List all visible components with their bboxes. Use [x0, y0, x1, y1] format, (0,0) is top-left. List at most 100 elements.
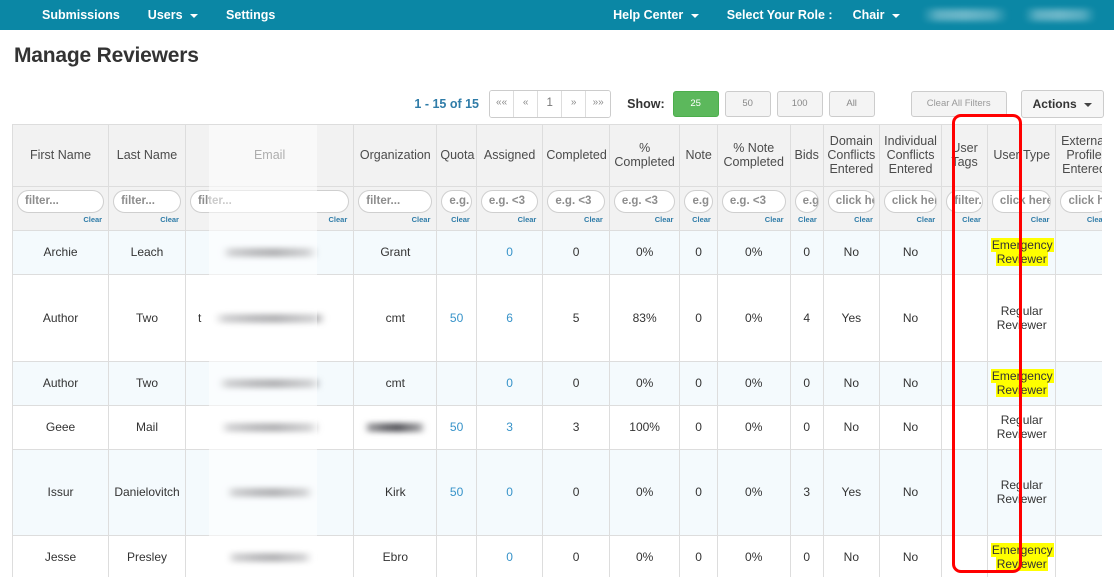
- pager-prev-button[interactable]: «: [514, 91, 539, 117]
- redacted-username[interactable]: [922, 9, 1008, 21]
- quota-link[interactable]: 50: [450, 420, 463, 434]
- show-25-button[interactable]: 25: [672, 91, 719, 117]
- cell-pct-completed: 0%: [609, 230, 681, 275]
- show-100-button[interactable]: 100: [776, 91, 823, 117]
- clear-filter-link[interactable]: Clear: [946, 215, 983, 224]
- column-header-first-name[interactable]: First Name: [13, 125, 110, 187]
- column-header-quota[interactable]: Quota: [436, 125, 477, 187]
- cell-assigned[interactable]: 0: [476, 361, 544, 406]
- show-50-button[interactable]: 50: [724, 91, 771, 117]
- clear-filter-link[interactable]: Clear: [614, 215, 676, 224]
- clear-filter-link[interactable]: Clear: [547, 215, 604, 224]
- column-header-email[interactable]: Email: [185, 125, 355, 187]
- clear-filter-link[interactable]: Clear: [358, 215, 432, 224]
- record-range-label[interactable]: 1 - 15 of 15: [414, 97, 479, 111]
- clear-filter-link[interactable]: Clear: [441, 215, 471, 224]
- clear-filter-link[interactable]: Clear: [684, 215, 712, 224]
- cell-quota[interactable]: 50: [436, 449, 477, 536]
- clear-all-filters-button[interactable]: Clear All Filters: [910, 91, 1007, 117]
- column-header-user-tags[interactable]: User Tags: [941, 125, 988, 187]
- assigned-link[interactable]: 6: [506, 311, 513, 325]
- column-header-assigned[interactable]: Assigned: [476, 125, 544, 187]
- pager-page-1[interactable]: 1: [538, 91, 563, 117]
- redacted-logout-link[interactable]: [1024, 9, 1096, 21]
- filter-input-first-name[interactable]: filter...: [17, 189, 105, 213]
- cell-assigned[interactable]: 0: [476, 449, 544, 536]
- filter-input-last-name[interactable]: filter...: [113, 189, 181, 213]
- cell-quota[interactable]: 50: [436, 405, 477, 450]
- select-your-role-label: Select Your Role :: [726, 8, 833, 22]
- table-row[interactable]: Geee Mail 50 3 3 100% 0 0% 0 No No Regular Reviewer…: [13, 405, 1102, 450]
- column-header-completed[interactable]: Completed: [542, 125, 610, 187]
- filter-input-bids[interactable]: e.g: [794, 189, 819, 213]
- clear-filter-link[interactable]: Clear: [1060, 215, 1102, 224]
- clear-filter-link[interactable]: Clear: [113, 215, 181, 224]
- redacted-email: [225, 488, 314, 498]
- filter-input-assigned[interactable]: e.g. <3: [480, 189, 539, 213]
- nav-item-help-center[interactable]: Help Center: [599, 0, 713, 30]
- table-row[interactable]: Jesse Presley Ebro 0 0 0% 0 0% 0 No No Emergency Re…: [13, 535, 1102, 577]
- pager-next-button[interactable]: »: [562, 91, 587, 117]
- quota-link[interactable]: 50: [450, 311, 463, 325]
- cell-quota[interactable]: 50: [436, 274, 477, 362]
- column-header-note[interactable]: Note: [679, 125, 718, 187]
- assigned-link[interactable]: 0: [506, 485, 513, 499]
- cell-assigned[interactable]: 0: [476, 230, 544, 275]
- pager-first-button[interactable]: ««: [490, 91, 515, 117]
- column-header-organization[interactable]: Organization: [353, 125, 438, 187]
- filter-input-note-completed[interactable]: e.g. <3: [721, 189, 786, 213]
- cell-external-profile: [1055, 230, 1102, 275]
- assigned-link[interactable]: 0: [506, 245, 513, 259]
- clear-filter-link[interactable]: Clear: [828, 215, 875, 224]
- show-all-button[interactable]: All: [828, 91, 875, 117]
- nav-item-users[interactable]: Users: [134, 0, 212, 30]
- table-row[interactable]: Author Two t cmt 50 6 5 83% 0 0% 4 Yes No Regular Rev…: [13, 274, 1102, 362]
- clear-filter-link[interactable]: Clear: [884, 215, 937, 224]
- role-selector[interactable]: Chair: [839, 0, 914, 30]
- cell-assigned[interactable]: 3: [476, 405, 544, 450]
- clear-filter-link[interactable]: Clear: [722, 215, 786, 224]
- filter-input-completed[interactable]: e.g. <3: [547, 189, 605, 213]
- table-row[interactable]: Author Two cmt 0 0 0% 0 0% 0 No No Emergency Review…: [13, 361, 1102, 406]
- column-header-domain-conflicts-entered[interactable]: Domain Conflicts Entered: [823, 125, 880, 187]
- filter-input-individual-conflicts-entered[interactable]: click her: [883, 189, 938, 213]
- column-header-external-profile-entered[interactable]: External Profile Entered: [1055, 125, 1102, 187]
- cell-assigned[interactable]: 0: [476, 535, 544, 577]
- pager-last-button[interactable]: »»: [586, 91, 611, 117]
- clear-filter-link[interactable]: Clear: [795, 215, 819, 224]
- clear-filter-link[interactable]: Clear: [481, 215, 538, 224]
- quota-link[interactable]: 50: [450, 485, 463, 499]
- clear-filter-link[interactable]: Clear: [190, 215, 349, 224]
- clear-filter-link[interactable]: Clear: [992, 215, 1052, 224]
- filter-input-domain-conflicts-entered[interactable]: click he: [827, 189, 875, 213]
- column-header-bids[interactable]: Bids: [790, 125, 824, 187]
- filter-cell-note: e.g Clear: [679, 186, 718, 231]
- filter-input-user-type[interactable]: click here: [991, 189, 1052, 213]
- filter-input-note[interactable]: e.g: [684, 189, 713, 213]
- column-header-note-completed[interactable]: % Note Completed: [717, 125, 791, 187]
- reviewers-table-container[interactable]: First Name Last Name Email Organization Quot…: [12, 124, 1102, 577]
- assigned-link[interactable]: 3: [506, 420, 513, 434]
- filter-input-organization[interactable]: filter...: [358, 189, 433, 213]
- actions-button[interactable]: Actions: [1020, 90, 1104, 118]
- column-header-user-type[interactable]: User Type: [987, 125, 1057, 187]
- column-header-last-name[interactable]: Last Name: [108, 125, 186, 187]
- column-header-completed[interactable]: % Completed: [609, 125, 681, 187]
- filter-input-external-profile-entered[interactable]: click he: [1060, 189, 1102, 213]
- filter-input-quota[interactable]: e.g. <3: [441, 189, 472, 213]
- clear-filter-link[interactable]: Clear: [17, 215, 104, 224]
- nav-item-submissions[interactable]: Submissions: [28, 0, 134, 30]
- filter-input-email[interactable]: filter...: [189, 189, 350, 213]
- table-row[interactable]: Issur Danielovitch Kirk 50 0 0 0% 0 0% 3 Yes No Regu…: [13, 449, 1102, 536]
- assigned-link[interactable]: 0: [506, 376, 513, 390]
- cell-quota: [436, 230, 477, 275]
- assigned-link[interactable]: 0: [506, 550, 513, 564]
- cell-assigned[interactable]: 6: [476, 274, 544, 362]
- filter-input-user-tags[interactable]: filter.: [946, 189, 983, 213]
- column-header-individual-conflicts-entered[interactable]: Individual Conflicts Entered: [879, 125, 943, 187]
- nav-item-settings[interactable]: Settings: [212, 0, 289, 30]
- cell-external-profile: [1055, 449, 1102, 536]
- table-row[interactable]: Archie Leach Grant 0 0 0% 0 0% 0 No No Emergency Re…: [13, 230, 1102, 275]
- filter-input-completed[interactable]: e.g. <3: [613, 189, 676, 213]
- filter-cell-external-profile-entered: click he Clear: [1055, 186, 1102, 231]
